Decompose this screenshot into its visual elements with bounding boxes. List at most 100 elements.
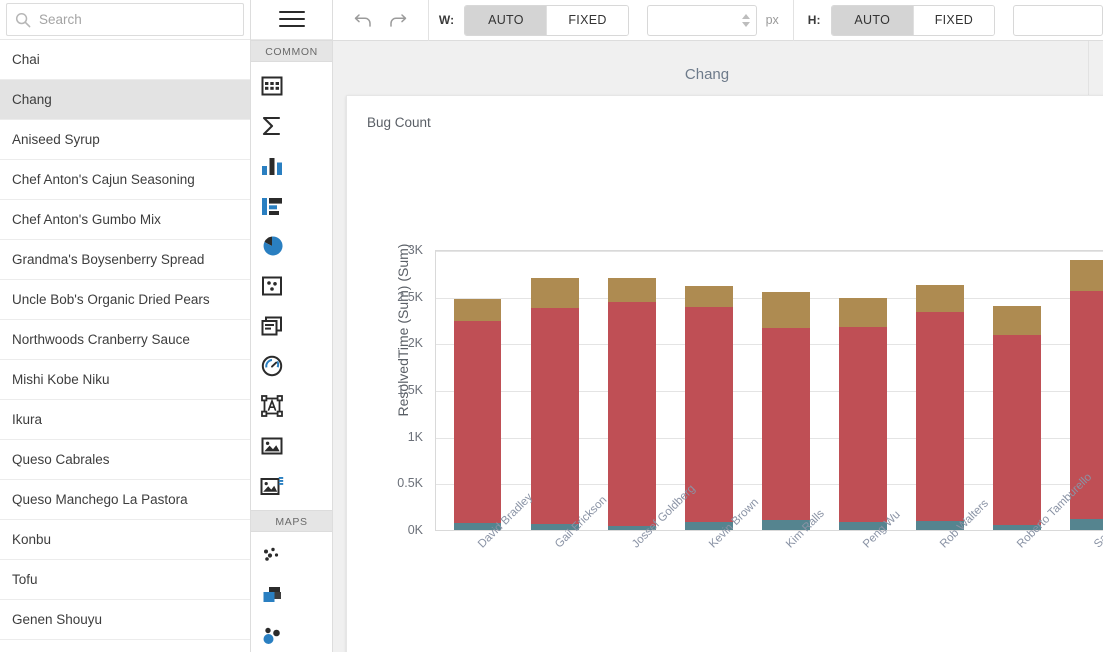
list-item[interactable]: Konbu [0,520,250,560]
image-collection-icon [260,474,284,498]
toolbar-divider-2 [792,0,794,41]
list-item[interactable]: Uncle Bob's Organic Dried Pears [0,280,250,320]
bubble-map-icon [260,624,284,648]
bar-segment[interactable] [839,298,887,327]
width-auto-button[interactable]: AUTO [465,5,547,35]
bar-segment[interactable] [1070,518,1103,530]
pie-chart-icon [260,234,284,258]
bubble-map-button[interactable] [251,616,292,652]
bar-segment[interactable] [1070,260,1103,292]
bar-stack[interactable] [839,298,887,530]
grid-table-button[interactable] [251,66,292,106]
bar-stack[interactable] [453,298,502,530]
width-spinner[interactable] [736,4,757,36]
bar-segment[interactable] [761,291,810,329]
y-axis-ticks: 0K 0.5K 1K 1.5K 2K 2.5K 3K [347,96,423,652]
bar-segment[interactable] [453,298,502,322]
bar-stack[interactable] [530,278,579,530]
list-item[interactable]: Mishi Kobe Niku [0,360,250,400]
list-item[interactable]: Chai [0,40,250,80]
text-box-icon [260,394,284,418]
gauge-icon [260,354,284,378]
search-input[interactable] [39,12,235,27]
width-fixed-button[interactable]: FIXED [546,5,628,35]
pie-chart-button[interactable] [251,226,292,266]
bar-segment[interactable] [993,306,1041,335]
choropleth-map-button[interactable] [251,576,292,616]
height-input[interactable] [1012,4,1103,36]
height-auto-button[interactable]: AUTO [831,5,913,35]
width-label: W: [438,13,455,27]
list-item[interactable]: Northwoods Cranberry Sauce [0,320,250,360]
bar-stack[interactable] [607,278,656,530]
search-bar [0,0,250,40]
dot-density-map-button[interactable] [251,536,292,576]
bar-segment[interactable] [684,286,733,307]
scatter-plot-button[interactable] [251,266,292,306]
search-box[interactable] [6,3,244,36]
image-collection-button[interactable] [251,466,292,506]
card-text-icon [260,314,284,338]
bar-chart-button[interactable] [251,146,292,186]
undo-button[interactable] [347,5,381,35]
list-item[interactable]: Genen Shouyu [0,600,250,640]
dot-density-map-icon [260,544,284,568]
list-item[interactable]: Grandma's Boysenberry Spread [0,240,250,280]
search-icon [15,12,31,27]
spinner-up-icon[interactable] [742,13,751,19]
bar-segment[interactable] [839,326,887,522]
bar-segment[interactable] [761,328,810,520]
list-item[interactable]: Queso Cabrales [0,440,250,480]
palette-grid-maps [251,532,332,652]
horizontal-bar-chart-icon [260,194,284,218]
gauge-button[interactable] [251,346,292,386]
bar-segment[interactable] [530,308,579,525]
chart-card[interactable]: Bug Count Critical ResolvedTime (Sum) (S… [346,95,1103,652]
list-item[interactable]: Aniseed Syrup [0,120,250,160]
height-mode-toggle: AUTO FIXED [830,4,995,36]
bar-segment[interactable] [916,285,964,312]
bar-segment[interactable] [993,334,1041,526]
scatter-plot-icon [260,274,284,298]
list-item[interactable]: Tofu [0,560,250,600]
redo-button[interactable] [381,5,415,35]
list-item[interactable]: Ikura [0,400,250,440]
main-area: W: AUTO FIXED px H: AUTO FIXED Chang Bug… [333,0,1103,652]
image-button[interactable] [251,426,292,466]
palette-section-title-maps: MAPS [251,510,332,532]
palette-section-title-common: COMMON [251,40,332,62]
sigma-aggregate-button[interactable] [251,106,292,146]
list-item[interactable]: Chef Anton's Gumbo Mix [0,200,250,240]
list-item[interactable]: Chef Anton's Cajun Seasoning [0,160,250,200]
height-fixed-button[interactable]: FIXED [912,5,994,35]
y-axis-tick-label: 1K [407,429,423,444]
app-root: ChaiChangAniseed SyrupChef Anton's Cajun… [0,0,1103,652]
bar-segment[interactable] [916,311,964,521]
bar-stack[interactable] [761,291,810,530]
text-box-button[interactable] [251,386,292,426]
width-input[interactable] [646,4,737,36]
y-axis-tick-label: 2K [407,336,423,351]
list-item[interactable]: Chang [0,80,250,120]
widget-palette: COMMONMAPSFILTERLAYOUT [251,0,333,652]
bar-segment[interactable] [607,278,656,302]
card-text-button[interactable] [251,306,292,346]
bar-series [435,250,1103,530]
list-item[interactable]: Queso Manchego La Pastora [0,480,250,520]
palette-grid-common [251,62,332,510]
bar-stack[interactable] [916,285,964,530]
y-axis-tick-label: 3K [407,243,423,257]
horizontal-bar-chart-button[interactable] [251,186,292,226]
bar-segment[interactable] [530,278,579,309]
bar-stack[interactable] [993,306,1041,530]
bar-segment[interactable] [453,321,502,524]
y-axis-tick-label: 0.5K [397,476,423,491]
bar-chart-icon [260,154,284,178]
bar-segment[interactable] [607,301,656,526]
y-axis-tick-label: 2.5K [397,289,423,304]
width-mode-toggle: AUTO FIXED [464,4,629,36]
palette-menu-button[interactable] [251,0,332,40]
spinner-down-icon[interactable] [742,21,751,27]
width-value-stepper: px [646,4,779,36]
y-axis-tick-label: 1.5K [397,383,423,397]
